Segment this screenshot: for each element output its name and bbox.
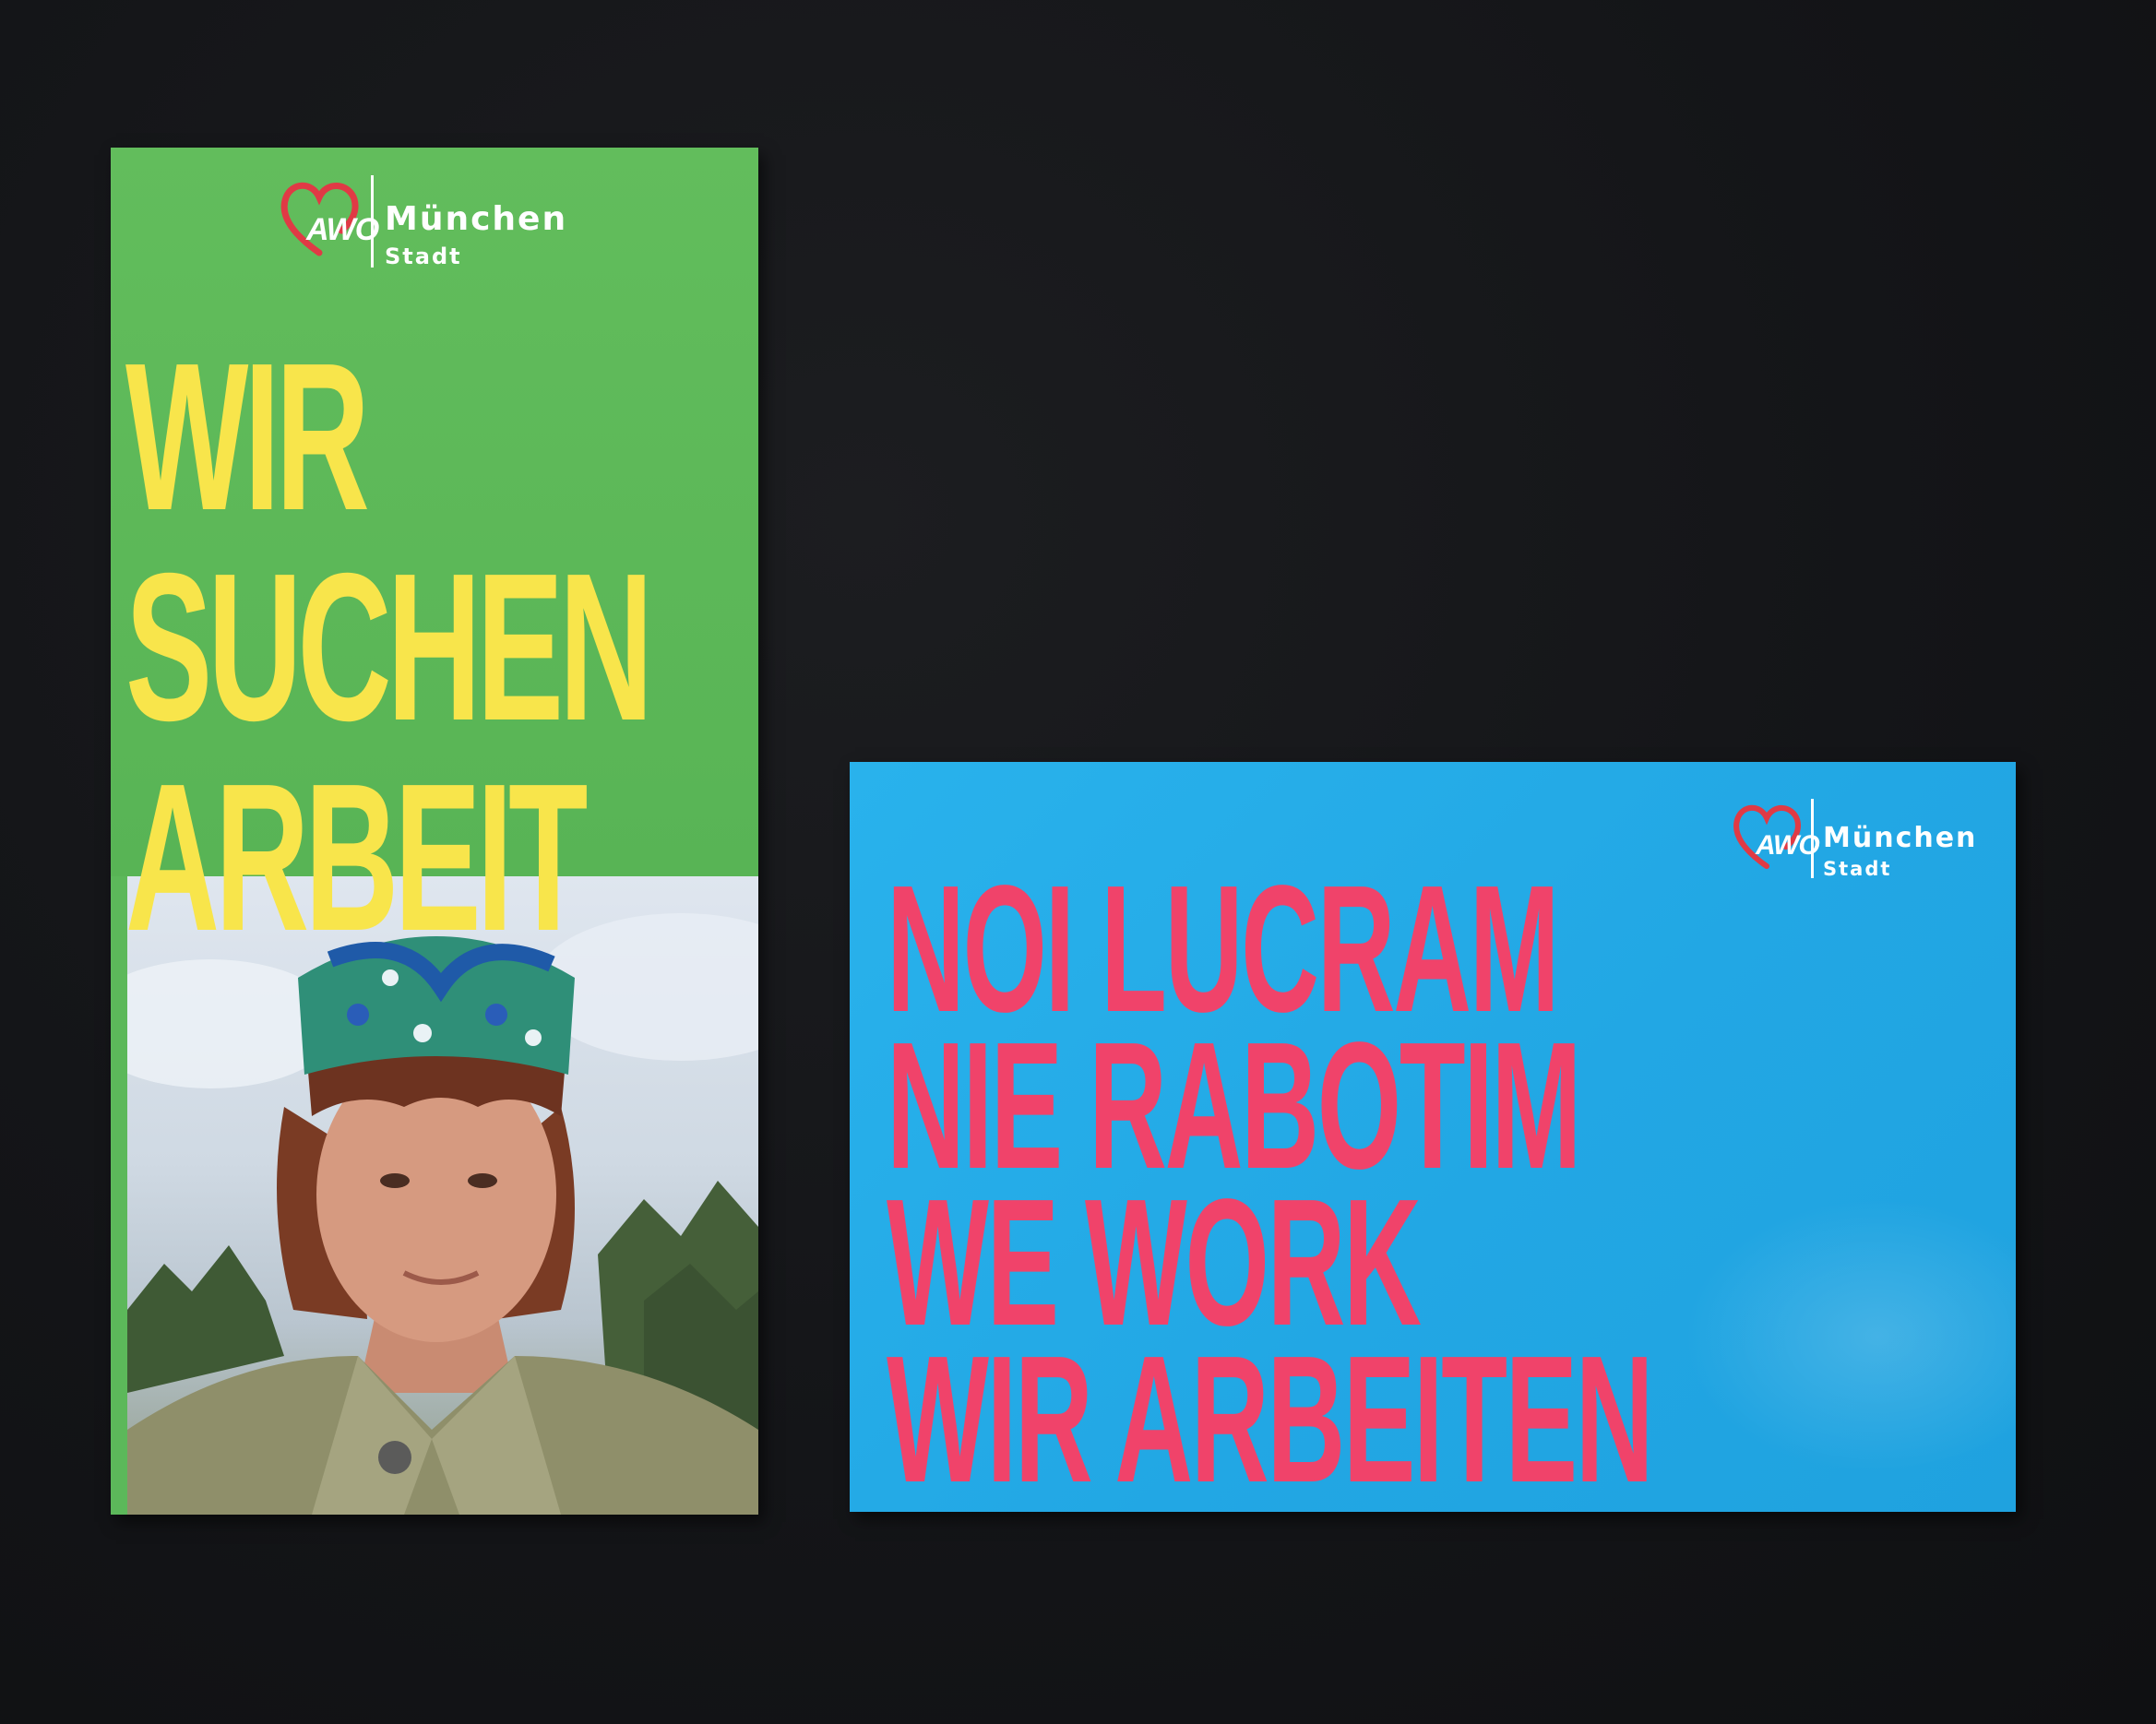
flyer-awo-logo: AWO München Stadt (277, 175, 567, 268)
awo-brand-text: AWO (306, 212, 379, 247)
flyer-headline-line: SUCHEN (125, 530, 653, 765)
postcard-headline-line: WIR ARBEITEN (887, 1318, 1654, 1512)
flyer-headline-line: ARBEIT (125, 741, 588, 975)
awo-heart-icon: AWO (1730, 799, 1820, 873)
awo-heart-icon: AWO (277, 175, 379, 260)
flyer: AWO München Stadt WIR SUCHEN ARBEIT (111, 148, 758, 1515)
logo-sub: Stadt (1823, 858, 1892, 880)
postcard-headline: NOI LUCRAM NIE RABOTIM WE WORK WIR ARBEI… (887, 859, 1654, 1512)
logo-city: München (1823, 822, 1978, 854)
awo-brand-text: AWO (1756, 830, 1820, 861)
postcard: AWO München Stadt NOI LUCRAM NIE RABOTIM… (850, 762, 2016, 1512)
flyer-headline-line: WIR (125, 320, 370, 554)
logo-sub: Stadt (385, 244, 462, 269)
logo-city: München (385, 200, 568, 238)
flyer-headline: WIR SUCHEN ARBEIT (125, 320, 653, 975)
postcard-awo-logo: AWO München Stadt (1730, 799, 1977, 879)
